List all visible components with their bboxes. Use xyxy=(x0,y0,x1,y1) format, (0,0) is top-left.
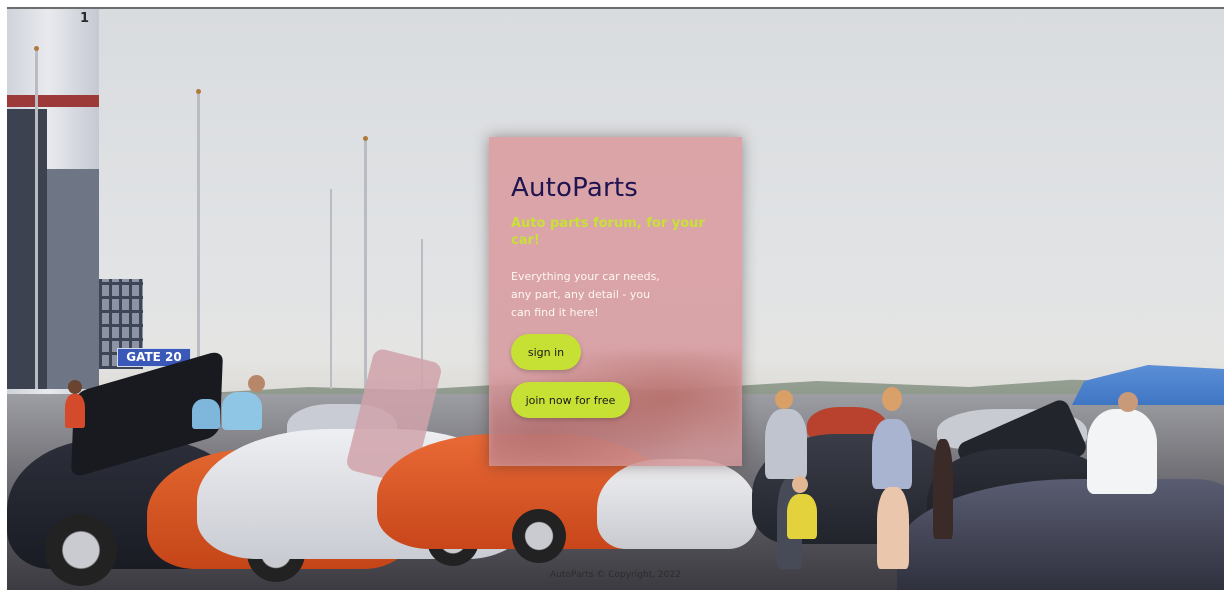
site-description: Everything your car needs, any part, any… xyxy=(511,270,660,319)
page: 1 GATE 20 AutoParts Auto parts forum, fo… xyxy=(7,7,1224,590)
light-pole xyxy=(330,189,332,389)
background-building: 1 xyxy=(7,9,99,394)
site-tagline: Auto parts forum, for your car! xyxy=(511,216,705,248)
join-button[interactable]: join now for free xyxy=(511,382,630,418)
welcome-card: AutoParts Auto parts forum, for your car… xyxy=(489,137,742,466)
light-pole xyxy=(364,139,367,389)
background-car xyxy=(597,459,757,549)
sign-in-button[interactable]: sign in xyxy=(511,334,581,370)
site-title: AutoParts xyxy=(511,173,639,203)
light-pole xyxy=(197,92,200,372)
light-pole xyxy=(35,49,38,389)
building-number: 1 xyxy=(80,11,90,26)
footer-copyright: AutoParts © Copyright, 2022 xyxy=(550,570,681,580)
